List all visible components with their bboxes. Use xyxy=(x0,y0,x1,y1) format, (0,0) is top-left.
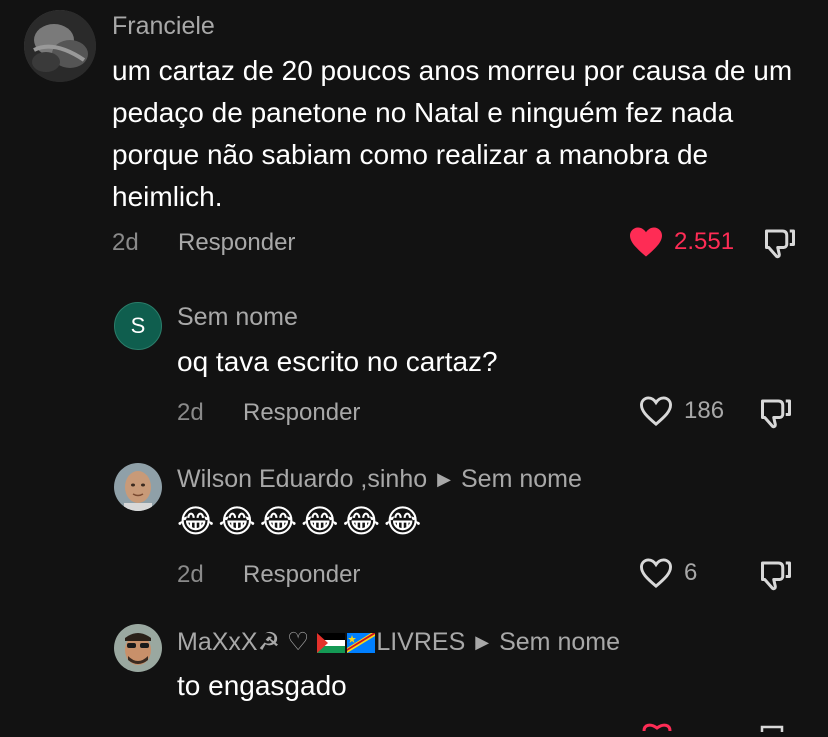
comment-author[interactable]: Franciele xyxy=(112,12,215,41)
like-count: 186 xyxy=(684,397,725,424)
avatar-sem-nome[interactable]: S xyxy=(114,302,162,350)
dislike-button[interactable] xyxy=(758,395,794,436)
comment-author-suffix[interactable]: LIVRES xyxy=(376,628,465,656)
reply-button[interactable]: Responder xyxy=(243,399,360,427)
avatar-photo xyxy=(114,624,162,672)
dislike-button[interactable] xyxy=(758,557,794,598)
avatar-photo xyxy=(114,463,162,511)
like-button[interactable]: 6 xyxy=(638,557,697,589)
comment-time: 2d xyxy=(177,399,204,426)
like-button[interactable]: 2.551 xyxy=(628,226,734,258)
comment-text: 😂😂😂😂😂😂 xyxy=(177,503,426,539)
comment-text: to engasgado xyxy=(177,670,347,701)
avatar-letter: S xyxy=(130,313,146,338)
reply-arrow-icon: ▶ xyxy=(475,632,490,652)
dislike-button-partial[interactable] xyxy=(760,719,792,737)
avatar-franciele[interactable] xyxy=(24,10,96,82)
dislike-button[interactable] xyxy=(762,225,798,266)
heart-outline-icon xyxy=(639,558,673,588)
comment-time: 2d xyxy=(177,561,204,588)
comment-author[interactable]: Wilson Eduardo ,sinho xyxy=(177,465,427,493)
like-count: 2.551 xyxy=(674,228,735,255)
avatar-photo xyxy=(24,10,96,82)
heart-outline-icon xyxy=(639,396,673,426)
thumbs-down-icon xyxy=(760,725,784,732)
reply-button[interactable]: Responder xyxy=(178,229,295,257)
comment-author-prefix[interactable]: MaXxX☭ ♡ xyxy=(177,628,309,656)
comment-text: um cartaz de 20 poucos anos morreu por c… xyxy=(112,55,793,212)
heart-filled-icon xyxy=(630,227,662,257)
thumbs-down-icon xyxy=(761,399,791,429)
avatar-wilson[interactable] xyxy=(114,463,162,511)
comment-author-line: MaXxX☭ ♡ LIVRES ▶ Sem nome xyxy=(177,627,620,657)
reply-to-name[interactable]: Sem nome xyxy=(499,628,620,656)
comment-text: oq tava escrito no cartaz? xyxy=(177,346,498,377)
reply-arrow-icon: ▶ xyxy=(437,469,451,489)
comment-author[interactable]: Sem nome xyxy=(177,303,298,332)
like-count: 6 xyxy=(684,559,698,586)
reply-button[interactable]: Responder xyxy=(243,561,360,589)
thumbs-down-icon xyxy=(761,561,791,591)
thumbs-down-icon xyxy=(765,229,795,259)
avatar-maxxx[interactable] xyxy=(114,624,162,672)
comment-time: 2d xyxy=(112,229,139,256)
like-button[interactable]: 186 xyxy=(638,395,724,427)
reply-to-name[interactable]: Sem nome xyxy=(461,465,582,493)
like-button-partial[interactable] xyxy=(640,718,674,736)
palestine-flag-icon xyxy=(317,633,346,654)
dr-congo-flag-icon xyxy=(347,633,376,654)
comment-author-line: Wilson Eduardo ,sinho ▶ Sem nome xyxy=(177,465,582,494)
heart-icon xyxy=(642,723,672,732)
